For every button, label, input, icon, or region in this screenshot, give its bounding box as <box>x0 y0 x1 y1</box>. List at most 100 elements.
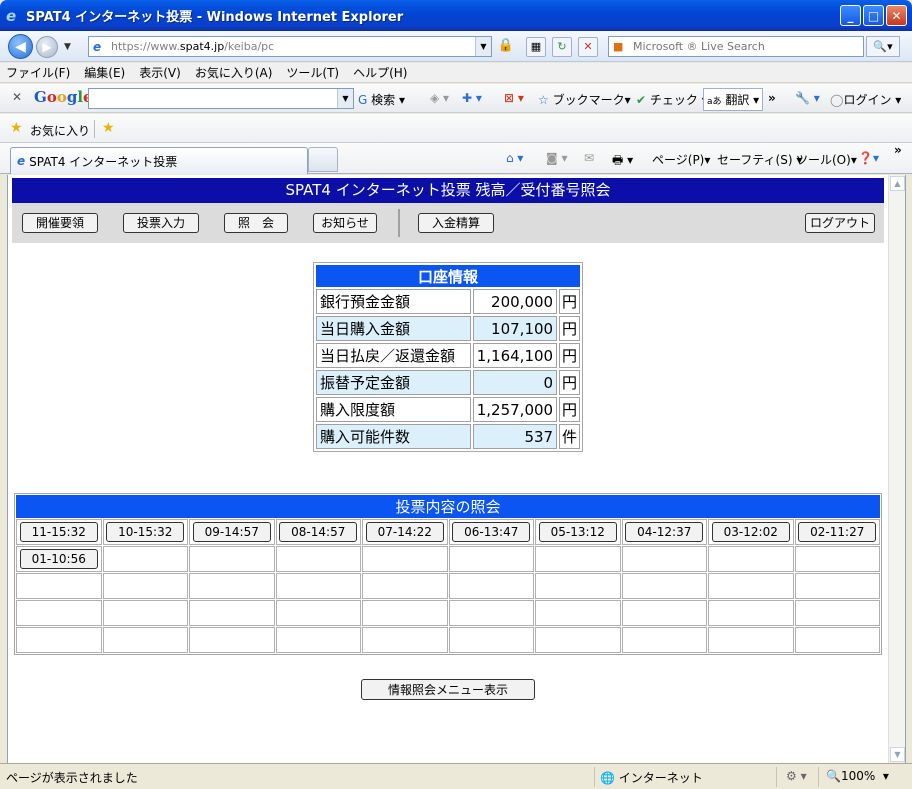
menu-edit[interactable]: 編集(E) <box>84 64 125 81</box>
tools-menu[interactable]: ツール(O)▾ <box>796 151 857 168</box>
security-zone[interactable]: 🌐 インターネット <box>600 769 703 786</box>
menu-file[interactable]: ファイル(F) <box>6 64 70 81</box>
empty-cell <box>189 573 275 599</box>
url-text[interactable]: https://www.spat4.jp/keiba/pc <box>111 40 274 53</box>
tab-bar: e SPAT4 インターネット投票 ⌂ ▾ ◙ ▾ ✉ 🖶 ▾ ページ(P)▾ … <box>0 143 912 174</box>
tab-spat4[interactable]: e SPAT4 インターネット投票 <box>10 147 308 174</box>
menu-favorites[interactable]: お気に入り(A) <box>195 64 273 81</box>
account-label: 購入限度額 <box>316 397 471 422</box>
menu-tools[interactable]: ツール(T) <box>286 64 339 81</box>
account-unit: 円 <box>559 316 580 341</box>
maximize-button[interactable]: □ <box>863 5 884 26</box>
feeds-icon[interactable]: ◙ ▾ <box>546 151 567 165</box>
live-search-field[interactable]: ■ <box>608 36 864 57</box>
receipt-button[interactable]: 09-14:57 <box>192 522 271 542</box>
back-button[interactable]: ◀ <box>8 34 33 59</box>
table-row: 当日払戻／返還金額 1,164,100 円 <box>316 343 580 368</box>
logout-button[interactable]: ログアウト <box>805 213 875 233</box>
account-label: 振替予定金額 <box>316 370 471 395</box>
receipt-button[interactable]: 02-11:27 <box>798 522 877 542</box>
protected-mode-icon[interactable]: ⚙ ▾ <box>786 769 807 783</box>
google-search-input[interactable]: ▼ <box>88 88 354 109</box>
translate-button[interactable]: aあ 翻訳 ▾ <box>703 88 764 111</box>
menu-help[interactable]: ヘルプ(H) <box>353 64 407 81</box>
table-row: 購入可能件数 537 件 <box>316 424 580 449</box>
refresh-icon[interactable]: ↻ <box>552 37 572 57</box>
add-button-icon[interactable]: ✚ ▾ <box>462 91 482 105</box>
receipt-button[interactable]: 11-15:32 <box>19 522 98 542</box>
print-icon[interactable]: 🖶 ▾ <box>612 151 633 172</box>
add-favorite-icon[interactable]: ★ <box>102 120 115 136</box>
spell-check-button[interactable]: ✔ チェック ▾ <box>636 91 708 108</box>
empty-cell <box>102 627 188 653</box>
window-controls: _ □ ✕ <box>840 5 907 26</box>
vote-input-button[interactable]: 投票入力 <box>123 213 199 233</box>
wrench-icon[interactable]: 🔧 ▾ <box>795 91 820 105</box>
receipt-button[interactable]: 03-12:02 <box>711 522 790 542</box>
google-search-button[interactable]: G 検索 ▾ <box>358 91 405 108</box>
favorites-label[interactable]: お気に入り <box>30 122 90 139</box>
mail-icon[interactable]: ✉ <box>584 151 594 165</box>
receipt-button[interactable]: 04-12:37 <box>625 522 704 542</box>
empty-cell <box>16 573 102 599</box>
empty-cell <box>708 546 794 572</box>
live-search-input[interactable] <box>633 40 863 53</box>
receipt-button[interactable]: 08-14:57 <box>279 522 358 542</box>
bookmark-button[interactable]: ☆ ブックマーク▾ <box>538 91 631 108</box>
empty-cell <box>621 546 707 572</box>
new-tab-button[interactable] <box>308 147 338 172</box>
stop-icon[interactable]: ✕ <box>578 37 598 57</box>
toolbar-options-icon[interactable]: ◈ ▾ <box>430 91 449 105</box>
receipt-button[interactable]: 01-10:56 <box>19 549 98 569</box>
menu-view[interactable]: 表示(V) <box>139 64 181 81</box>
inquiry-button[interactable]: 照 会 <box>224 213 288 233</box>
scroll-down-icon[interactable]: ▼ <box>890 747 905 762</box>
forward-button[interactable]: ▶ <box>36 36 58 58</box>
minimize-button[interactable]: _ <box>840 5 861 26</box>
zoom-control[interactable]: 🔍100% ▾ <box>826 769 889 783</box>
receipt-button[interactable]: 05-13:12 <box>538 522 617 542</box>
schedule-button[interactable]: 開催要領 <box>22 213 98 233</box>
safety-menu[interactable]: セーフティ(S) ▾ <box>717 151 802 168</box>
home-icon[interactable]: ⌂ ▾ <box>506 151 523 165</box>
favorites-star-icon[interactable]: ★ <box>10 120 23 136</box>
receipt-button[interactable]: 07-14:22 <box>365 522 444 542</box>
lock-icon[interactable]: 🔒 <box>496 38 516 56</box>
google-logo[interactable]: Google <box>34 88 93 106</box>
table-row <box>16 600 880 626</box>
search-go-button[interactable]: 🔍▾ <box>866 36 900 57</box>
page-menu[interactable]: ページ(P)▾ <box>652 151 710 168</box>
info-menu-button[interactable]: 情報照会メニュー表示 <box>361 679 535 700</box>
vertical-scrollbar[interactable]: ▲ ▼ <box>888 175 905 763</box>
command-more-chevron-icon[interactable]: » <box>894 143 902 157</box>
status-text: ページが表示されました <box>6 771 138 785</box>
page-nav: 開催要領 投票入力 照 会 お知らせ 入金精算 ログアウト <box>12 203 884 243</box>
url-dropdown-icon[interactable]: ▼ <box>475 37 491 56</box>
url-field[interactable]: e https://www.spat4.jp/keiba/pc ▼ <box>88 36 492 57</box>
close-window-button[interactable]: ✕ <box>886 5 907 26</box>
title-bar: e SPAT4 インターネット投票 - Windows Internet Exp… <box>0 0 912 31</box>
notice-button[interactable]: お知らせ <box>313 213 377 233</box>
popup-blocker-icon[interactable]: ⊠ ▾ <box>504 91 524 105</box>
receipt-button[interactable]: 10-15:32 <box>106 522 185 542</box>
table-row <box>16 627 880 653</box>
deposit-button[interactable]: 入金精算 <box>418 213 494 233</box>
more-chevron-icon[interactable]: » <box>768 91 776 105</box>
help-icon[interactable]: ❓▾ <box>858 151 879 165</box>
close-toolbar-icon[interactable]: ✕ <box>12 90 22 104</box>
empty-cell <box>535 573 621 599</box>
empty-cell <box>448 573 534 599</box>
account-unit: 円 <box>559 397 580 422</box>
account-unit: 円 <box>559 289 580 314</box>
history-dropdown-icon[interactable]: ▼ <box>64 42 71 52</box>
translate-icon: aあ <box>707 97 722 107</box>
login-button[interactable]: ◯ログイン ▾ <box>830 91 901 108</box>
account-info-table: 口座情報 銀行預金金額 200,000 円 当日購入金額 107,100 円 当… <box>313 262 583 452</box>
google-search-dropdown-icon[interactable]: ▼ <box>337 89 353 108</box>
receipt-button[interactable]: 06-13:47 <box>452 522 531 542</box>
account-label: 銀行預金金額 <box>316 289 471 314</box>
empty-cell <box>275 573 361 599</box>
google-toolbar: ✕ Google ▼ G 検索 ▾ ◈ ▾ ✚ ▾ ⊠ ▾ ☆ ブックマーク▾ … <box>0 84 912 113</box>
compatibility-icon[interactable]: ▦ <box>526 37 546 57</box>
scroll-up-icon[interactable]: ▲ <box>890 176 905 191</box>
